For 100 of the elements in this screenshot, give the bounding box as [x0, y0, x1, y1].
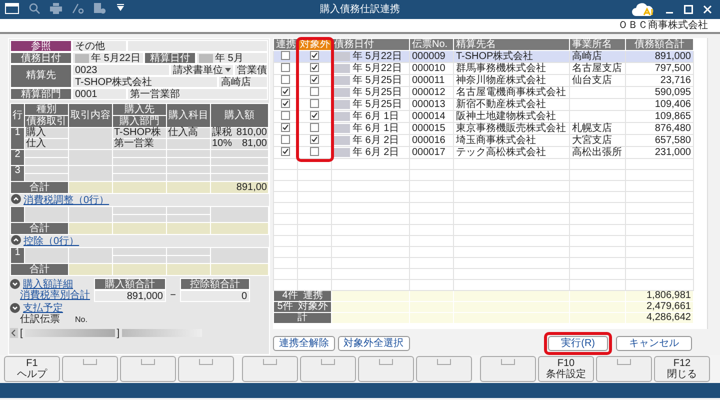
checkbox[interactable]: [310, 87, 319, 96]
table-cell: 東京事務機販売株式会社: [454, 122, 570, 134]
printer-icon[interactable]: [50, 2, 62, 14]
search-icon[interactable]: [29, 2, 40, 14]
function-key-button[interactable]: [416, 356, 472, 382]
document-icon[interactable]: [94, 2, 106, 14]
bulk-button[interactable]: 対象外全選択: [338, 336, 410, 350]
close-icon[interactable]: [703, 5, 712, 14]
function-key-button[interactable]: [62, 356, 118, 382]
table-cell: 群馬事務機株式会社: [454, 62, 570, 74]
total-label: 連携: [302, 291, 323, 301]
column-header[interactable]: 債務日付: [332, 38, 410, 50]
expand-icon[interactable]: [10, 303, 20, 313]
checkbox[interactable]: [310, 99, 319, 108]
collapse-icon[interactable]: [10, 235, 20, 245]
function-key-button[interactable]: [178, 356, 234, 382]
checkbox[interactable]: [310, 111, 319, 120]
tax-rate-link[interactable]: 消費税率別合計: [20, 290, 90, 301]
table-cell: [68, 128, 112, 150]
redacted-field: [199, 54, 213, 62]
table-cell: 仕入高: [166, 128, 210, 138]
table-cell: 23,716: [626, 74, 694, 86]
table-cell: [68, 150, 112, 166]
function-key-button[interactable]: [120, 356, 176, 382]
table-cell: 神奈川物産株式会社: [454, 74, 570, 86]
scrollbar-thumb[interactable]: [24, 329, 115, 337]
checkbox[interactable]: [310, 135, 319, 144]
field-label: 債務日付: [10, 52, 72, 64]
column-header[interactable]: 事業所名: [570, 38, 626, 50]
column-header[interactable]: 精算先名: [454, 38, 570, 50]
field-label: 控除額合計: [180, 278, 250, 290]
collapse-icon[interactable]: [10, 194, 20, 204]
checkbox[interactable]: [281, 147, 290, 156]
column-header: 購入額: [210, 104, 268, 128]
cancel-button[interactable]: キャンセル: [616, 336, 692, 350]
execute-button[interactable]: 実行(R): [548, 336, 608, 350]
checkbox[interactable]: [310, 75, 319, 84]
checkbox[interactable]: [310, 51, 319, 60]
column-header[interactable]: 連携: [274, 38, 298, 50]
maximize-icon[interactable]: [684, 5, 693, 14]
checkbox[interactable]: [281, 123, 290, 132]
pen-icon[interactable]: [72, 2, 84, 14]
checkbox[interactable]: [310, 147, 319, 156]
column-header: 債務取引: [24, 116, 68, 128]
checkbox[interactable]: [281, 75, 290, 84]
table-cell: 000009: [410, 50, 454, 62]
table-cell: 大宮支店: [570, 134, 626, 146]
field-value: T-SHOP株式会社: [72, 76, 218, 88]
checkbox[interactable]: [281, 51, 290, 60]
expand-icon[interactable]: [10, 279, 20, 289]
number-label: No.: [75, 314, 88, 326]
column-header[interactable]: 債務額合計: [626, 38, 694, 50]
field-value: 高崎店: [218, 76, 268, 88]
column-header: 購入先: [112, 104, 166, 116]
column-header[interactable]: 伝票No.: [410, 38, 454, 50]
table-cell: 109,406: [626, 98, 694, 110]
table-cell: 000014: [410, 110, 454, 122]
checkbox[interactable]: [310, 123, 319, 132]
function-key-button[interactable]: [242, 356, 298, 382]
detail-link[interactable]: 購入額詳細: [23, 278, 73, 290]
row-number: 1: [10, 128, 24, 150]
table-cell: 仙台支店: [570, 74, 626, 86]
minus-sign: −: [169, 290, 177, 302]
checkbox[interactable]: [281, 63, 290, 72]
table-cell: 000010: [410, 62, 454, 74]
table-cell: 札幌支店: [570, 122, 626, 134]
checkbox[interactable]: [281, 135, 290, 144]
function-key-button[interactable]: [480, 356, 536, 382]
function-key-button[interactable]: F12 閉じる: [654, 356, 710, 382]
window-icon[interactable]: [5, 2, 19, 14]
total-value: 891,000: [94, 290, 166, 302]
table-cell: 231,000: [626, 146, 694, 158]
dropdown[interactable]: 請求書単位: [170, 64, 234, 76]
table-cell: 000015: [410, 122, 454, 134]
function-key-button[interactable]: [300, 356, 356, 382]
function-key-button[interactable]: [358, 356, 414, 382]
total-value: 2,479,661: [626, 302, 694, 312]
field-label: 購入額合計: [94, 278, 166, 290]
table-cell: T-SHOP株: [112, 128, 166, 138]
table-cell: 891,000: [626, 50, 694, 62]
bulk-button[interactable]: 連携全解除: [273, 336, 335, 350]
column-header: 種別: [24, 104, 68, 116]
checkbox[interactable]: [281, 87, 290, 96]
row-number: 2: [10, 150, 24, 166]
function-key-button[interactable]: F10 条件設定: [538, 356, 594, 382]
scroll-text: ]: [116, 328, 120, 338]
checkbox[interactable]: [281, 111, 290, 120]
checkbox[interactable]: [281, 99, 290, 108]
dropdown-icon[interactable]: [116, 4, 125, 12]
checkbox[interactable]: [310, 63, 319, 72]
payment-link[interactable]: 支払予定: [23, 302, 63, 314]
function-key-button[interactable]: F1 ヘルプ: [4, 356, 60, 382]
total-label: 合計: [10, 264, 68, 276]
function-key-button[interactable]: [596, 356, 652, 382]
field-value: 営業債: [234, 64, 268, 76]
total-value: 0: [180, 290, 250, 302]
scroll-left-icon[interactable]: [10, 328, 18, 338]
total-value: 1,806,981: [626, 290, 694, 302]
section-link[interactable]: 控除（0行）: [24, 236, 80, 247]
table-cell: T-SHOP株式会社: [454, 50, 570, 62]
